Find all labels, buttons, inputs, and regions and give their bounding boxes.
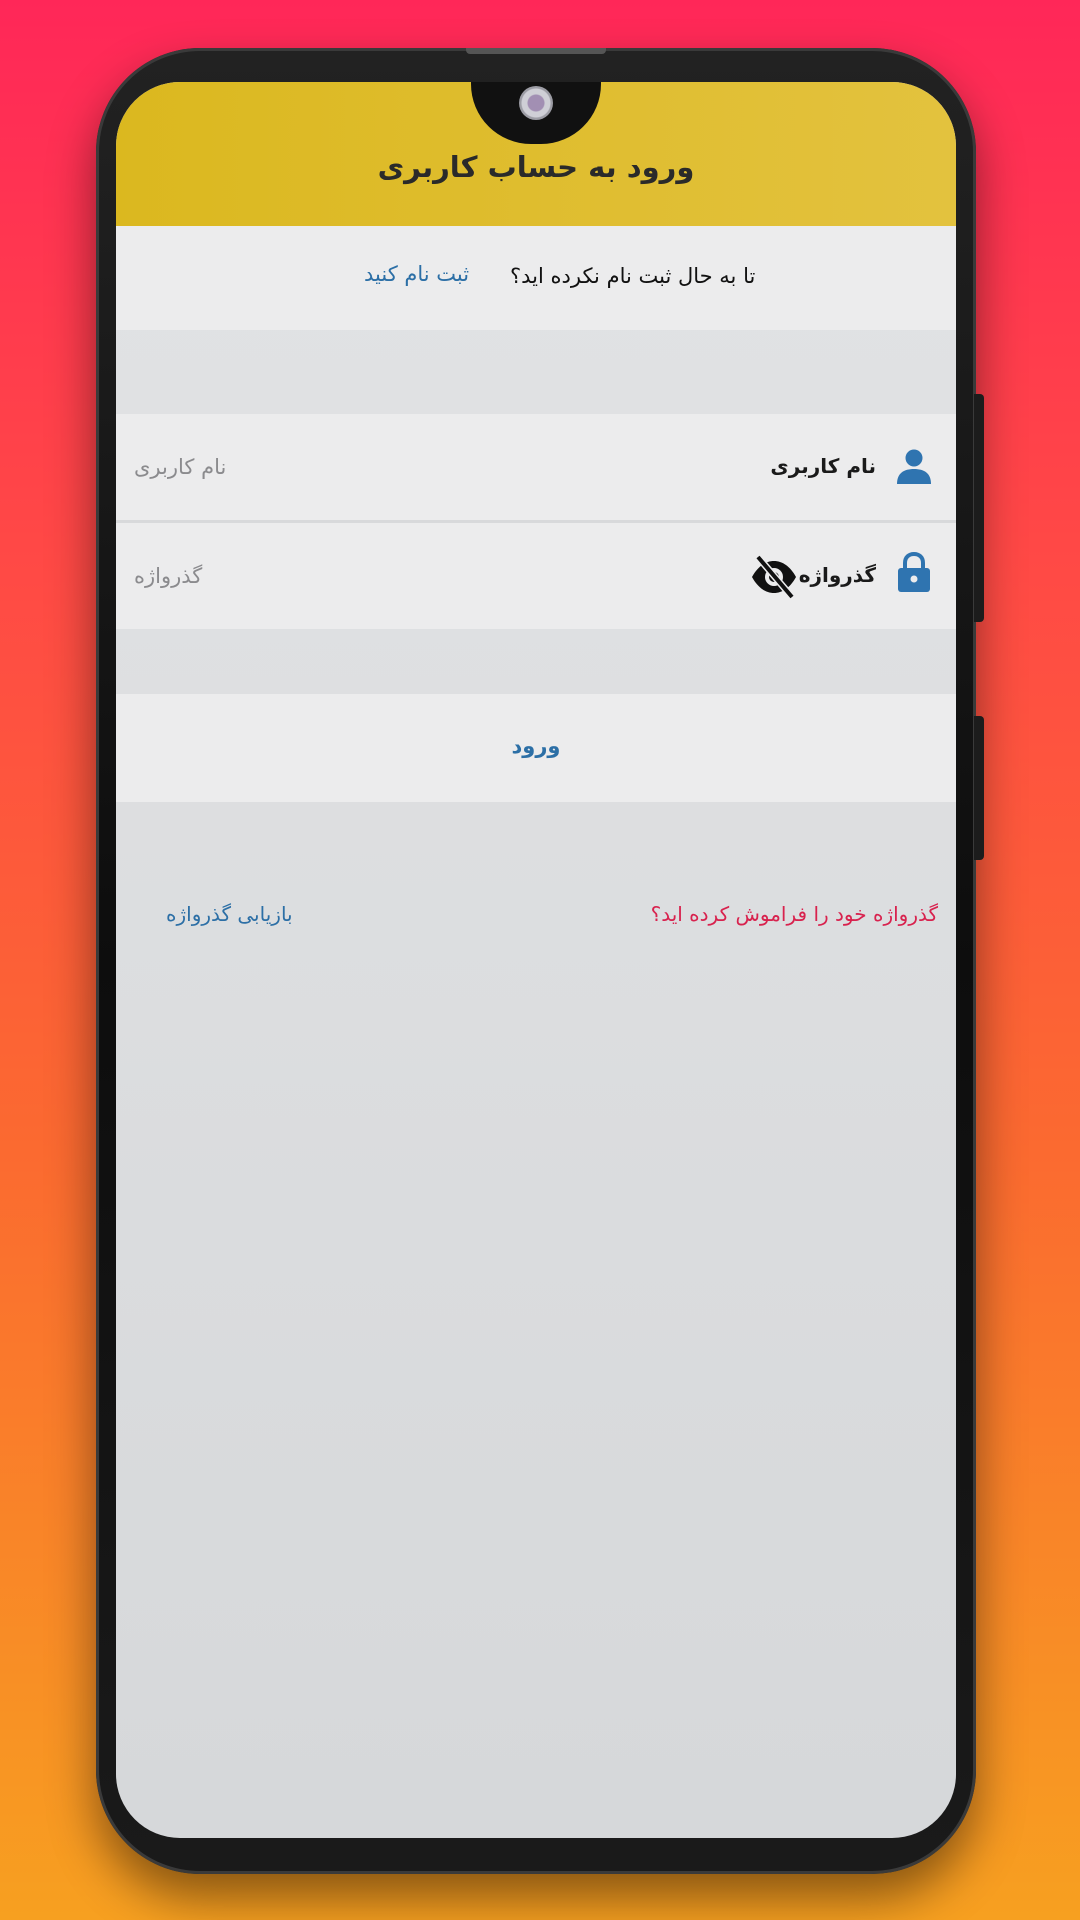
lock-icon	[898, 551, 930, 592]
username-field: نام کاربری	[116, 414, 956, 520]
app-header: ورود به حساب کاربری	[116, 82, 956, 226]
password-field: گذرواژه	[116, 523, 956, 629]
recover-password-link[interactable]: بازیابی گذرواژه	[166, 902, 293, 926]
power-button	[974, 716, 984, 860]
username-input[interactable]	[132, 442, 496, 492]
register-question: تا به حال ثبت نام نکرده اید؟	[510, 264, 756, 288]
eye-off-icon[interactable]	[750, 553, 798, 601]
phone-frame: ورود به حساب کاربری تا به حال ثبت نام نک…	[96, 48, 984, 1874]
page-title: ورود به حساب کاربری	[377, 150, 695, 184]
camera-icon	[519, 86, 553, 120]
user-icon	[897, 449, 931, 484]
login-button[interactable]: ورود	[116, 694, 956, 802]
register-link[interactable]: ثبت نام کنید	[364, 262, 469, 286]
app-screen: ورود به حساب کاربری تا به حال ثبت نام نک…	[116, 82, 956, 1838]
password-label: گذرواژه	[798, 563, 876, 587]
password-input[interactable]	[132, 551, 496, 601]
register-prompt: تا به حال ثبت نام نکرده اید؟ ثبت نام کنی…	[116, 226, 956, 330]
username-label: نام کاربری	[770, 454, 876, 478]
forgot-password-text: گذرواژه خود را فراموش کرده اید؟	[650, 902, 938, 926]
speaker-slot	[466, 48, 606, 54]
login-label: ورود	[511, 734, 561, 758]
volume-button	[974, 394, 984, 622]
